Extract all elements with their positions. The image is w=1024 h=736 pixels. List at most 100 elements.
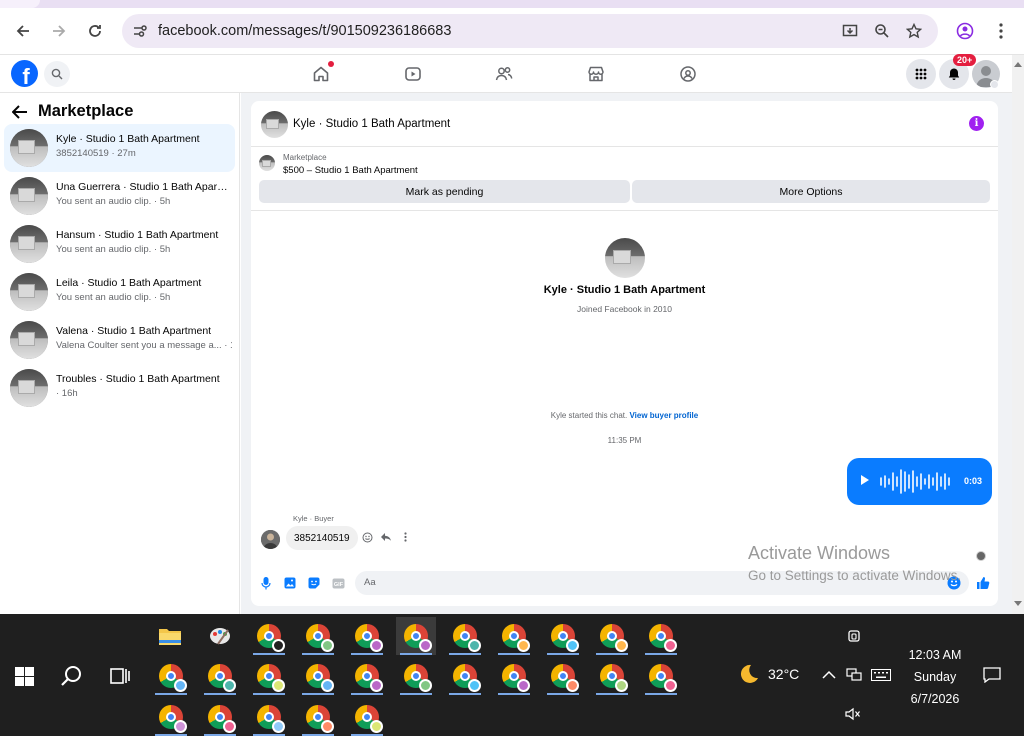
chrome-profile-app-icon[interactable] <box>298 617 338 655</box>
taskbar-search-icon[interactable] <box>60 664 84 688</box>
meet-now-icon[interactable] <box>844 626 864 646</box>
chrome-profile-app-icon[interactable] <box>396 657 436 695</box>
conversation-preview: · 16h <box>56 388 78 399</box>
network-icon[interactable] <box>845 666 863 684</box>
install-app-icon[interactable] <box>840 21 860 41</box>
search-icon[interactable] <box>44 61 70 87</box>
site-settings-icon[interactable] <box>130 21 150 41</box>
marketplace-icon[interactable] <box>585 63 607 85</box>
received-message-bubble[interactable]: 3852140519 <box>286 526 358 550</box>
audio-message-bubble[interactable]: 0:03 <box>847 458 992 505</box>
chrome-profile-app-icon[interactable] <box>543 657 583 695</box>
seen-avatar-indicator <box>976 551 986 561</box>
sidebar-header: Marketplace <box>12 102 133 121</box>
home-icon[interactable] <box>310 61 334 85</box>
back-icon[interactable] <box>10 18 36 44</box>
chrome-profile-app-icon[interactable] <box>396 617 436 655</box>
windows-start-icon[interactable] <box>15 667 34 686</box>
conversation-item[interactable]: Hansum · Studio 1 Bath Apartment You sen… <box>4 220 235 268</box>
chrome-profile-app-icon[interactable] <box>249 617 289 655</box>
notification-center-icon[interactable] <box>982 666 1002 684</box>
task-view-icon[interactable] <box>108 664 132 688</box>
chrome-profile-app-icon[interactable] <box>347 698 387 736</box>
chrome-profile-app-icon[interactable] <box>151 698 191 736</box>
view-buyer-profile-link[interactable]: View buyer profile <box>629 411 698 420</box>
clock-day: Sunday <box>913 670 957 684</box>
chrome-profile-app-icon[interactable] <box>641 657 681 695</box>
mark-as-pending-button[interactable]: Mark as pending <box>259 180 630 203</box>
zoom-icon[interactable] <box>872 21 892 41</box>
info-icon[interactable]: i <box>969 116 984 131</box>
clock-time: 12:03 AM <box>908 648 962 662</box>
microphone-icon[interactable] <box>259 576 273 590</box>
sender-avatar[interactable] <box>261 530 280 549</box>
video-icon[interactable] <box>402 63 424 85</box>
more-actions-icon[interactable] <box>398 530 412 544</box>
message-input[interactable]: Aa <box>355 571 969 595</box>
system-clock[interactable]: 12:03 AM Sunday 6/7/2026 <box>900 644 970 710</box>
audio-waveform[interactable] <box>879 468 954 495</box>
photo-icon[interactable] <box>283 576 297 590</box>
profile-listing-avatar[interactable] <box>605 238 645 278</box>
chrome-profile-app-icon[interactable] <box>249 698 289 736</box>
conversation-item[interactable]: Leila · Studio 1 Bath Apartment You sent… <box>4 268 235 316</box>
chrome-profile-app-icon[interactable] <box>200 657 240 695</box>
bookmark-star-icon[interactable] <box>904 21 924 41</box>
keyboard-icon[interactable] <box>870 666 892 684</box>
emoji-icon[interactable] <box>947 576 961 590</box>
address-bar[interactable]: facebook.com/messages/t/901509236186683 <box>122 14 938 48</box>
file-explorer-icon[interactable] <box>150 617 190 655</box>
chrome-profile-app-icon[interactable] <box>445 617 485 655</box>
back-arrow-icon[interactable] <box>12 104 28 119</box>
chrome-profile-app-icon[interactable] <box>445 657 485 695</box>
sticker-icon[interactable] <box>307 576 321 590</box>
browser-tab-strip <box>0 0 1024 8</box>
page-scrollbar[interactable] <box>1012 55 1024 614</box>
friends-icon[interactable] <box>493 63 515 85</box>
conversation-item[interactable]: Valena · Studio 1 Bath Apartment Valena … <box>4 316 235 364</box>
profile-icon[interactable] <box>952 18 978 44</box>
chat-title[interactable]: Kyle · Studio 1 Bath Apartment <box>293 118 450 130</box>
chrome-profile-app-icon[interactable] <box>200 698 240 736</box>
chrome-profile-app-icon[interactable] <box>347 617 387 655</box>
chrome-profile-app-icon[interactable] <box>151 657 191 695</box>
notifications-bell-icon[interactable]: 20+ <box>939 54 977 89</box>
reload-icon[interactable] <box>82 18 108 44</box>
thumbs-up-icon[interactable] <box>976 576 990 590</box>
browser-tab[interactable] <box>0 0 40 8</box>
forward-icon[interactable] <box>46 18 72 44</box>
weather-widget[interactable]: 32°C <box>736 662 799 686</box>
react-smiley-icon[interactable] <box>360 530 374 544</box>
conversation-item[interactable]: Troubles · Studio 1 Bath Apartment · 16h <box>4 364 235 412</box>
menu-dots-icon[interactable] <box>988 18 1014 44</box>
more-options-button[interactable]: More Options <box>632 180 990 203</box>
gif-icon[interactable]: GIF <box>331 576 345 590</box>
url-text[interactable]: facebook.com/messages/t/901509236186683 <box>158 23 451 39</box>
chrome-profile-app-icon[interactable] <box>641 617 681 655</box>
listing-thumbnail <box>10 177 48 215</box>
windows-taskbar: 32°C 12:03 AM Sunday 6/7/2026 <box>0 614 1024 736</box>
reply-icon[interactable] <box>379 530 393 544</box>
chrome-profile-app-icon[interactable] <box>298 657 338 695</box>
chrome-profile-app-icon[interactable] <box>249 657 289 695</box>
groups-icon[interactable] <box>677 63 699 85</box>
svg-text:GIF: GIF <box>333 581 343 587</box>
chrome-profile-app-icon[interactable] <box>347 657 387 695</box>
chrome-profile-app-icon[interactable] <box>592 657 632 695</box>
chrome-profile-app-icon[interactable] <box>592 617 632 655</box>
paint-app-icon[interactable] <box>200 617 240 655</box>
facebook-logo-icon[interactable]: f <box>11 60 38 87</box>
conversation-item[interactable]: Kyle · Studio 1 Bath Apartment 385214051… <box>4 124 235 172</box>
chat-listing-thumbnail[interactable] <box>261 111 288 138</box>
chrome-profile-app-icon[interactable] <box>494 617 534 655</box>
show-hidden-icons-chevron-up-icon[interactable] <box>820 666 838 684</box>
chrome-profile-app-icon[interactable] <box>494 657 534 695</box>
chrome-profile-app-icon[interactable] <box>298 698 338 736</box>
menu-grid-icon[interactable] <box>906 59 936 89</box>
chrome-profile-app-icon[interactable] <box>543 617 583 655</box>
volume-muted-icon[interactable] <box>844 705 862 723</box>
play-icon[interactable] <box>861 475 869 485</box>
listing-price-title[interactable]: $500 – Studio 1 Bath Apartment <box>283 165 418 176</box>
conversation-item[interactable]: Una Guerrera · Studio 1 Bath Apartment Y… <box>4 172 235 220</box>
account-chevron-down-icon[interactable] <box>990 80 999 89</box>
